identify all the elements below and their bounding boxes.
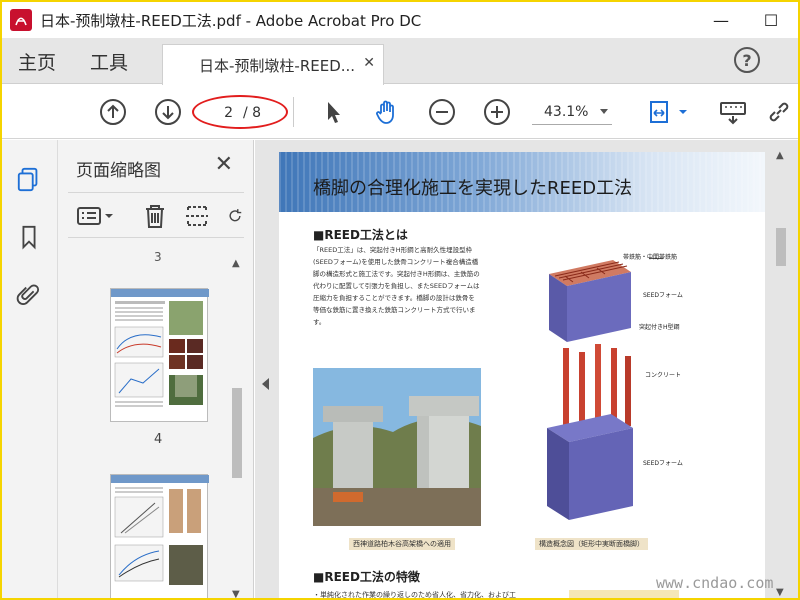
thumbnail-page-number: 4 [154, 432, 163, 447]
fit-page-icon[interactable] [647, 97, 693, 127]
extract-pages-icon[interactable] [184, 203, 210, 229]
thumbnail-page-4[interactable] [110, 288, 209, 422]
navigation-pane-strip [2, 140, 58, 598]
select-cursor-icon[interactable] [318, 97, 348, 127]
tab-document-label: 日本-预制墩柱-REED... [199, 56, 356, 75]
tab-document[interactable]: 日本-预制墩柱-REED... ✕ [162, 44, 384, 85]
scroll-up-icon[interactable]: ▲ [776, 150, 784, 161]
thumbnail-scrollbar[interactable]: ▲ ▼ [230, 252, 244, 598]
scroll-down-icon[interactable]: ▼ [776, 587, 784, 598]
keyboard-icon[interactable] [718, 97, 748, 127]
zoom-out-icon[interactable] [427, 97, 457, 127]
close-icon[interactable]: ✕ [215, 152, 233, 177]
scroll-up-icon[interactable]: ▲ [232, 258, 240, 269]
link-icon[interactable] [764, 97, 794, 127]
page-title: 橋脚の合理化施工を実現したREED工法 [313, 178, 633, 199]
zoom-in-icon[interactable] [482, 97, 512, 127]
collapse-panel-handle[interactable] [262, 378, 269, 390]
scrollbar-thumb[interactable] [776, 228, 786, 266]
next-page-icon[interactable] [153, 97, 183, 127]
diagram-label-h-steel: 突起付きH型鋼 [639, 324, 680, 331]
toolbar-divider [293, 97, 294, 127]
maximize-button[interactable]: ☐ [756, 8, 786, 32]
tab-tools[interactable]: 工具 [90, 48, 128, 75]
thumbnail-panel-title: 页面缩略图 [76, 161, 161, 181]
diagram-label-form-top: SEEDフォーム [643, 292, 683, 299]
minimize-button[interactable]: — [706, 8, 736, 32]
chevron-down-icon [600, 109, 608, 114]
scroll-down-icon[interactable]: ▼ [232, 589, 240, 598]
photo-caption: 西神道路柏木谷高架橋への適用 [349, 538, 455, 550]
red-highlight-ellipse [192, 95, 288, 129]
thumbnail-toolbar [68, 192, 244, 238]
bookmark-icon[interactable] [14, 222, 44, 252]
delete-icon[interactable] [142, 203, 168, 229]
tab-home[interactable]: 主页 [18, 48, 56, 75]
options-menu-icon[interactable] [76, 203, 116, 229]
diagram-label-form-bottom: SEEDフォーム [643, 460, 683, 467]
attachment-icon[interactable] [14, 280, 44, 310]
scrollbar-thumb[interactable] [232, 388, 242, 478]
acrobat-app-icon [10, 9, 32, 31]
section-heading: ■REED工法の特徴 [313, 570, 420, 584]
document-scrollbar[interactable]: ▲ ▼ [765, 140, 798, 598]
previous-page-icon[interactable] [98, 97, 128, 127]
acrobat-window: 日本-预制墩柱-REED工法.pdf - Adobe Acrobat Pro D… [0, 0, 800, 600]
zoom-level-value: 43.1% [544, 103, 589, 120]
bridge-pier-photo [313, 368, 481, 526]
section-body-text: 「REED工法」は、突起付きH形鋼と高耐久性埋設型枠(SEEDフォーム)を使用し… [313, 246, 480, 326]
thumbnail-page-number: 3 [154, 250, 162, 264]
tab-close-icon[interactable]: ✕ [363, 55, 375, 71]
document-viewport: 橋脚の合理化施工を実現したREED工法 ■REED工法とは 「REED工法」は、… [255, 140, 798, 599]
tab-bar: 主页 工具 日本-预制墩柱-REED... ✕ ? [2, 38, 798, 85]
title-bar: 日本-预制墩柱-REED工法.pdf - Adobe Acrobat Pro D… [2, 2, 798, 38]
hand-tool-icon[interactable] [372, 97, 402, 127]
diagram-label-rebar: 帯鉄筋・中間帯鉄筋 [623, 254, 678, 261]
section-heading: ■REED工法とは [313, 228, 408, 242]
pdf-page: 橋脚の合理化施工を実現したREED工法 ■REED工法とは 「REED工法」は、… [279, 152, 771, 599]
help-icon[interactable]: ? [734, 47, 760, 73]
thumbnail-panel: 页面缩略图 ✕ 3 4 ▲ ▼ [58, 140, 254, 598]
feature-bullet-text: ・単純化された作業の繰り返しのため省人化、省力化、および工 [313, 591, 516, 599]
diagram-label-concrete: コンクリート [645, 372, 682, 379]
rotate-icon[interactable] [226, 203, 244, 229]
diagram-caption: 構造概念図（矩形中実断面橋脚） [535, 538, 648, 550]
thumbnail-page-5[interactable] [110, 474, 209, 598]
zoom-level-dropdown[interactable]: 43.1% [532, 99, 612, 125]
window-title: 日本-预制墩柱-REED工法.pdf - Adobe Acrobat Pro D… [40, 11, 422, 30]
site-watermark: www.cndao.com [656, 574, 774, 592]
main-toolbar: 2 / 8 43.1% [2, 85, 798, 139]
page-thumbnails-icon[interactable] [14, 164, 44, 194]
